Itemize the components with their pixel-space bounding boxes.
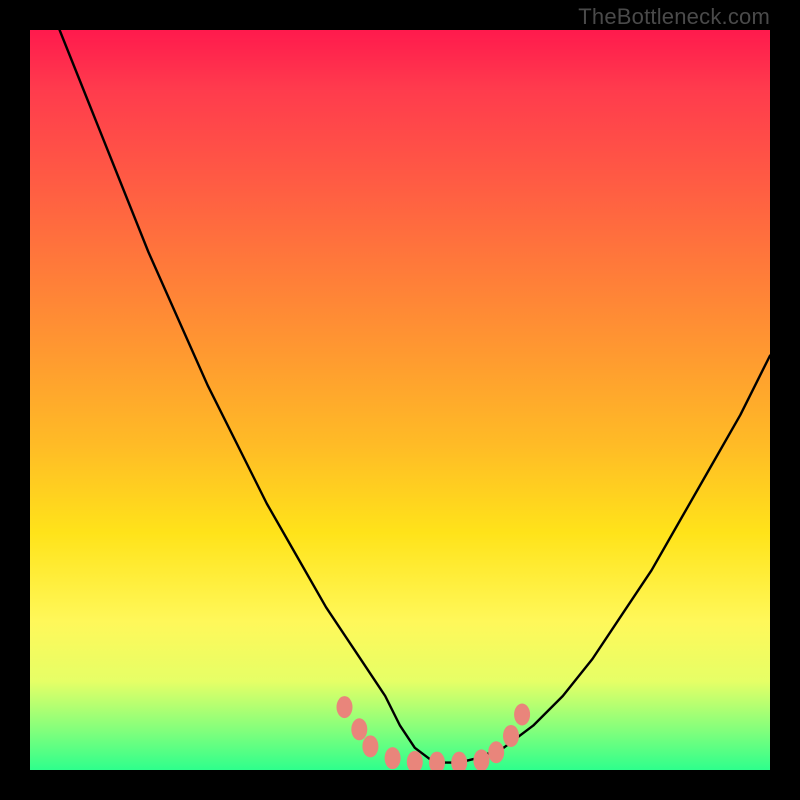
marker-dot bbox=[473, 749, 489, 770]
marker-dot bbox=[429, 752, 445, 770]
marker-group bbox=[337, 696, 531, 770]
bottleneck-curve bbox=[60, 30, 770, 763]
marker-dot bbox=[351, 718, 367, 740]
marker-dot bbox=[362, 735, 378, 757]
watermark-text: TheBottleneck.com bbox=[578, 4, 770, 30]
marker-dot bbox=[337, 696, 353, 718]
marker-dot bbox=[385, 747, 401, 769]
chart-frame: TheBottleneck.com bbox=[0, 0, 800, 800]
marker-dot bbox=[488, 741, 504, 763]
marker-dot bbox=[407, 751, 423, 770]
plot-svg bbox=[30, 30, 770, 770]
marker-dot bbox=[514, 704, 530, 726]
plot-area bbox=[30, 30, 770, 770]
marker-dot bbox=[451, 752, 467, 770]
marker-dot bbox=[503, 725, 519, 747]
